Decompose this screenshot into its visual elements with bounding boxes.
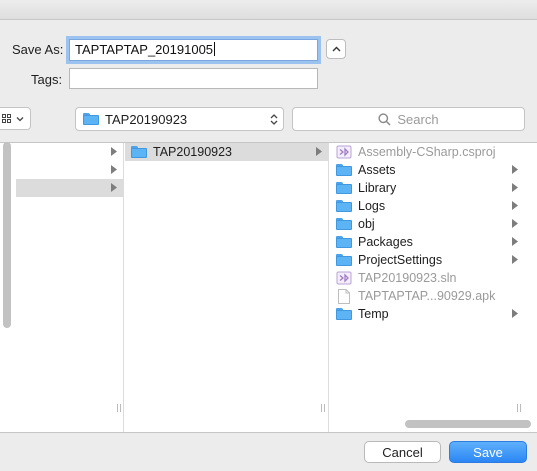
list-item-label: TAP20190923 xyxy=(153,145,232,159)
visual-studio-icon xyxy=(336,145,352,159)
file-browser[interactable]: TAP20190923 Assembly-CSharp.csproj Asset… xyxy=(0,142,537,433)
list-item-label: ProjectSettings xyxy=(358,253,443,267)
list-item-label: Assembly-CSharp.csproj xyxy=(358,145,496,159)
location-label: TAP20190923 xyxy=(105,111,188,127)
folder-icon xyxy=(336,200,352,212)
chevron-right-icon xyxy=(111,183,117,192)
chevron-right-icon xyxy=(512,237,518,246)
chevron-right-icon xyxy=(512,219,518,228)
document-icon xyxy=(338,288,350,304)
chevron-right-icon xyxy=(111,165,117,174)
up-down-arrows-icon xyxy=(270,114,278,125)
browser-column-2[interactable]: TAP20190923 xyxy=(125,143,329,432)
chevron-right-icon xyxy=(512,309,518,318)
list-item-label: obj xyxy=(358,217,375,231)
list-item-label: Packages xyxy=(358,235,413,249)
chevron-up-icon xyxy=(332,46,340,52)
list-item[interactable]: Assembly-CSharp.csproj xyxy=(330,143,524,161)
chevron-right-icon xyxy=(111,147,117,156)
cancel-button[interactable]: Cancel xyxy=(364,441,441,463)
list-item[interactable] xyxy=(16,161,123,179)
vertical-scrollbar[interactable] xyxy=(3,142,11,328)
folder-icon xyxy=(131,146,147,158)
list-item[interactable]: obj xyxy=(330,215,524,233)
tags-label: Tags: xyxy=(31,72,63,87)
tags-field[interactable] xyxy=(69,68,318,89)
chevron-right-icon xyxy=(512,201,518,210)
list-item[interactable] xyxy=(16,179,123,197)
text-cursor xyxy=(214,42,216,56)
view-mode-button[interactable] xyxy=(0,107,31,130)
horizontal-scrollbar[interactable] xyxy=(405,420,531,428)
visual-studio-icon xyxy=(336,271,352,285)
chevron-right-icon xyxy=(512,255,518,264)
column-resize-handle[interactable] xyxy=(117,404,121,412)
search-icon xyxy=(378,112,391,126)
column-resize-handle[interactable] xyxy=(517,404,521,412)
list-item-label: Library xyxy=(358,181,397,195)
list-item-label: TAP20190923.sln xyxy=(358,271,457,285)
chevron-down-icon xyxy=(16,116,24,121)
list-item-label: Temp xyxy=(358,307,389,321)
folder-icon xyxy=(336,308,352,320)
list-item-label: Assets xyxy=(358,163,396,177)
folder-icon xyxy=(336,218,352,230)
save-as-value: TAPTAPTAP_20191005 xyxy=(75,42,214,57)
title-bar xyxy=(0,0,537,20)
save-button[interactable]: Save xyxy=(449,441,527,463)
list-item[interactable]: ProjectSettings xyxy=(330,251,524,269)
chevron-right-icon xyxy=(512,165,518,174)
grid-view-icon xyxy=(2,113,11,123)
chevron-right-icon xyxy=(512,183,518,192)
location-popup[interactable]: TAP20190923 xyxy=(75,107,284,131)
list-item[interactable]: Temp xyxy=(330,305,524,323)
list-item[interactable]: Logs xyxy=(330,197,524,215)
list-item[interactable]: TAP20190923.sln xyxy=(330,269,524,287)
folder-icon xyxy=(83,113,99,125)
browser-column-3[interactable]: Assembly-CSharp.csproj Assets Library Lo… xyxy=(330,143,524,432)
search-field[interactable]: Search xyxy=(292,107,525,131)
save-as-field[interactable]: TAPTAPTAP_20191005 xyxy=(69,39,318,61)
browser-column-1[interactable] xyxy=(16,143,124,432)
list-item-label: Logs xyxy=(358,199,386,213)
list-item[interactable]: Assets xyxy=(330,161,524,179)
folder-icon xyxy=(336,182,352,194)
list-item[interactable] xyxy=(16,143,123,161)
collapse-button[interactable] xyxy=(326,39,346,59)
column-resize-handle[interactable] xyxy=(321,404,325,412)
list-item[interactable]: TAPTAPTAP...90929.apk xyxy=(330,287,524,305)
list-item[interactable]: Library xyxy=(330,179,524,197)
list-item[interactable]: TAP20190923 xyxy=(125,143,328,161)
chevron-right-icon xyxy=(316,147,322,156)
save-as-label: Save As: xyxy=(12,42,64,57)
folder-icon xyxy=(336,164,352,176)
list-item[interactable]: Packages xyxy=(330,233,524,251)
folder-icon xyxy=(336,236,352,248)
list-item-label: TAPTAPTAP...90929.apk xyxy=(358,289,496,303)
search-placeholder: Search xyxy=(397,111,439,127)
folder-icon xyxy=(336,254,352,266)
